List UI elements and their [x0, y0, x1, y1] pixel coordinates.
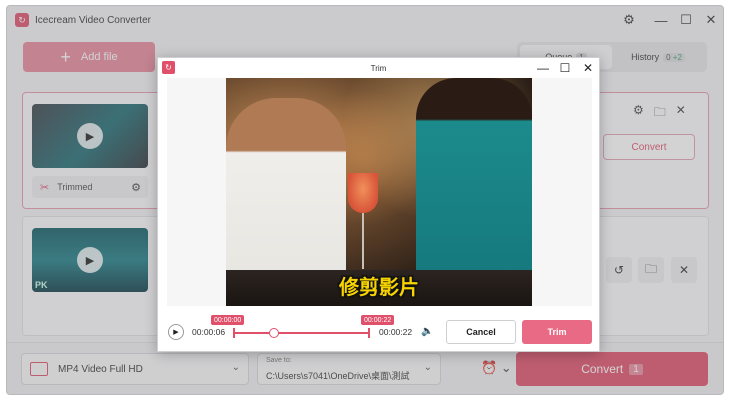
- volume-icon[interactable]: 🔈: [421, 326, 433, 337]
- close-button[interactable]: ✕: [580, 60, 596, 76]
- end-time: 00:00:22: [379, 327, 413, 337]
- end-marker-tag: 00:00:22: [361, 315, 395, 325]
- start-marker-tag: 00:00:00: [211, 315, 245, 325]
- minimize-button[interactable]: —: [535, 60, 551, 76]
- trim-dialog: ↻ Trim — ☐ ✕ 修剪影片 ▶ 00:00:06 00:00:00 00…: [157, 57, 600, 352]
- playhead-handle[interactable]: [269, 328, 279, 338]
- video-frame: 修剪影片: [226, 78, 532, 306]
- dialog-title: Trim: [370, 63, 387, 73]
- trim-button[interactable]: Trim: [522, 320, 592, 344]
- trim-timeline[interactable]: [234, 332, 369, 334]
- play-button[interactable]: ▶: [168, 324, 184, 340]
- start-time: 00:00:06: [192, 327, 226, 337]
- maximize-button[interactable]: ☐: [557, 60, 573, 76]
- video-glass-stem: [362, 213, 364, 269]
- trim-controls: ▶ 00:00:06 00:00:00 00:00:22 00:00:22 🔈 …: [158, 310, 599, 350]
- video-preview[interactable]: 修剪影片: [167, 78, 592, 306]
- trim-end-handle[interactable]: [368, 328, 370, 338]
- cancel-button[interactable]: Cancel: [446, 320, 516, 344]
- video-cocktail-glass: [348, 173, 378, 213]
- video-caption: 修剪影片: [339, 275, 419, 299]
